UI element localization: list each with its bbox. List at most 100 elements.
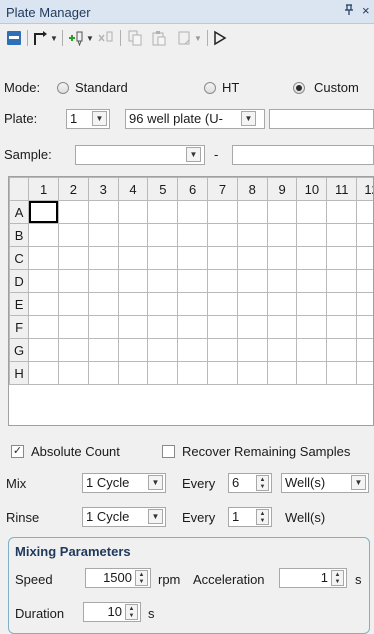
chevron-down-icon[interactable]: ▼ [186,147,201,162]
row-header[interactable]: B [9,223,30,247]
well-cell[interactable] [236,315,268,339]
well-cell[interactable] [57,315,89,339]
well-cell[interactable] [207,292,238,316]
well-cell[interactable] [296,315,328,339]
mode-standard-radio[interactable] [57,82,69,94]
recover-checkbox[interactable] [162,445,175,458]
column-header[interactable]: 9 [266,177,298,201]
well-cell[interactable] [147,223,179,247]
well-cell[interactable] [356,200,373,224]
chevron-down-icon[interactable]: ▼ [351,475,366,490]
well-cell[interactable] [356,292,373,316]
column-header[interactable]: 4 [117,177,149,201]
well-cell[interactable] [266,269,298,293]
well-cell[interactable] [356,223,373,247]
well-cell[interactable] [177,200,209,224]
run-icon[interactable] [212,28,228,48]
well-cell[interactable] [356,246,373,270]
well-cell[interactable] [296,361,328,385]
well-cell[interactable] [117,246,149,270]
well-cell[interactable] [87,200,119,224]
well-cell[interactable] [207,246,238,270]
remove-tip-icon[interactable] [97,28,115,48]
well-cell[interactable] [87,223,119,247]
chevron-down-icon[interactable]: ▼ [148,509,163,524]
chevron-down-icon[interactable]: ▼ [148,475,163,490]
well-cell[interactable] [147,338,179,362]
well-cell[interactable] [236,223,268,247]
well-cell[interactable] [147,315,179,339]
well-cell[interactable] [28,246,59,270]
well-cell[interactable] [207,269,238,293]
well-cell[interactable] [28,200,59,224]
well-cell[interactable] [147,361,179,385]
well-cell[interactable] [28,292,59,316]
well-cell[interactable] [28,223,59,247]
acceleration-spinner[interactable]: ▲ ▼ [331,570,344,586]
row-header[interactable]: G [9,338,30,362]
well-cell[interactable] [177,292,209,316]
row-header[interactable]: C [9,246,30,270]
well-cell[interactable] [57,292,89,316]
well-cell[interactable] [57,361,89,385]
row-header[interactable]: H [9,361,30,385]
well-cell[interactable] [296,338,328,362]
well-cell[interactable] [117,200,149,224]
column-header[interactable]: 6 [177,177,209,201]
well-cell[interactable] [266,246,298,270]
well-cell[interactable] [356,361,373,385]
column-header[interactable]: 8 [236,177,268,201]
well-cell[interactable] [266,292,298,316]
plate-extra-field[interactable] [269,109,374,129]
well-cell[interactable] [117,269,149,293]
well-cell[interactable] [117,223,149,247]
well-cell[interactable] [117,315,149,339]
well-cell[interactable] [326,361,358,385]
well-cell[interactable] [296,223,328,247]
well-cell[interactable] [296,246,328,270]
sample-extra-field[interactable] [232,145,374,165]
well-cell[interactable] [177,246,209,270]
well-cell[interactable] [236,246,268,270]
well-cell[interactable] [326,315,358,339]
well-cell[interactable] [87,361,119,385]
well-cell[interactable] [177,315,209,339]
column-header[interactable]: 1 [28,177,59,201]
well-cell[interactable] [117,292,149,316]
well-cell[interactable] [28,338,59,362]
well-cell[interactable] [326,269,358,293]
well-cell[interactable] [28,315,59,339]
clear-icon[interactable]: ▼ [174,28,204,48]
rinse-every-spinner[interactable]: ▲ ▼ [256,509,269,525]
well-cell[interactable] [87,338,119,362]
well-cell[interactable] [147,269,179,293]
well-cell[interactable] [57,246,89,270]
well-cell[interactable] [147,200,179,224]
add-tip-icon[interactable]: ▼ [67,28,95,48]
well-cell[interactable] [57,269,89,293]
row-header[interactable]: D [9,269,30,293]
well-cell[interactable] [296,292,328,316]
chevron-down-icon[interactable]: ▼ [92,111,107,126]
well-cell[interactable] [296,269,328,293]
pin-icon[interactable] [344,4,354,19]
column-header[interactable]: 5 [147,177,179,201]
mode-custom-radio[interactable] [293,82,305,94]
close-icon[interactable]: × [362,3,370,18]
well-cell[interactable] [28,361,59,385]
well-cell[interactable] [236,200,268,224]
well-cell[interactable] [326,200,358,224]
well-cell[interactable] [326,246,358,270]
well-cell[interactable] [147,246,179,270]
well-cell[interactable] [87,269,119,293]
well-cell[interactable] [326,338,358,362]
well-cell[interactable] [207,338,238,362]
well-cell[interactable] [57,200,89,224]
row-header[interactable]: E [9,292,30,316]
well-cell[interactable] [356,315,373,339]
copy-icon[interactable] [126,28,144,48]
well-cell[interactable] [266,315,298,339]
well-cell[interactable] [57,223,89,247]
column-header[interactable]: 2 [57,177,89,201]
row-header[interactable]: A [9,200,30,224]
